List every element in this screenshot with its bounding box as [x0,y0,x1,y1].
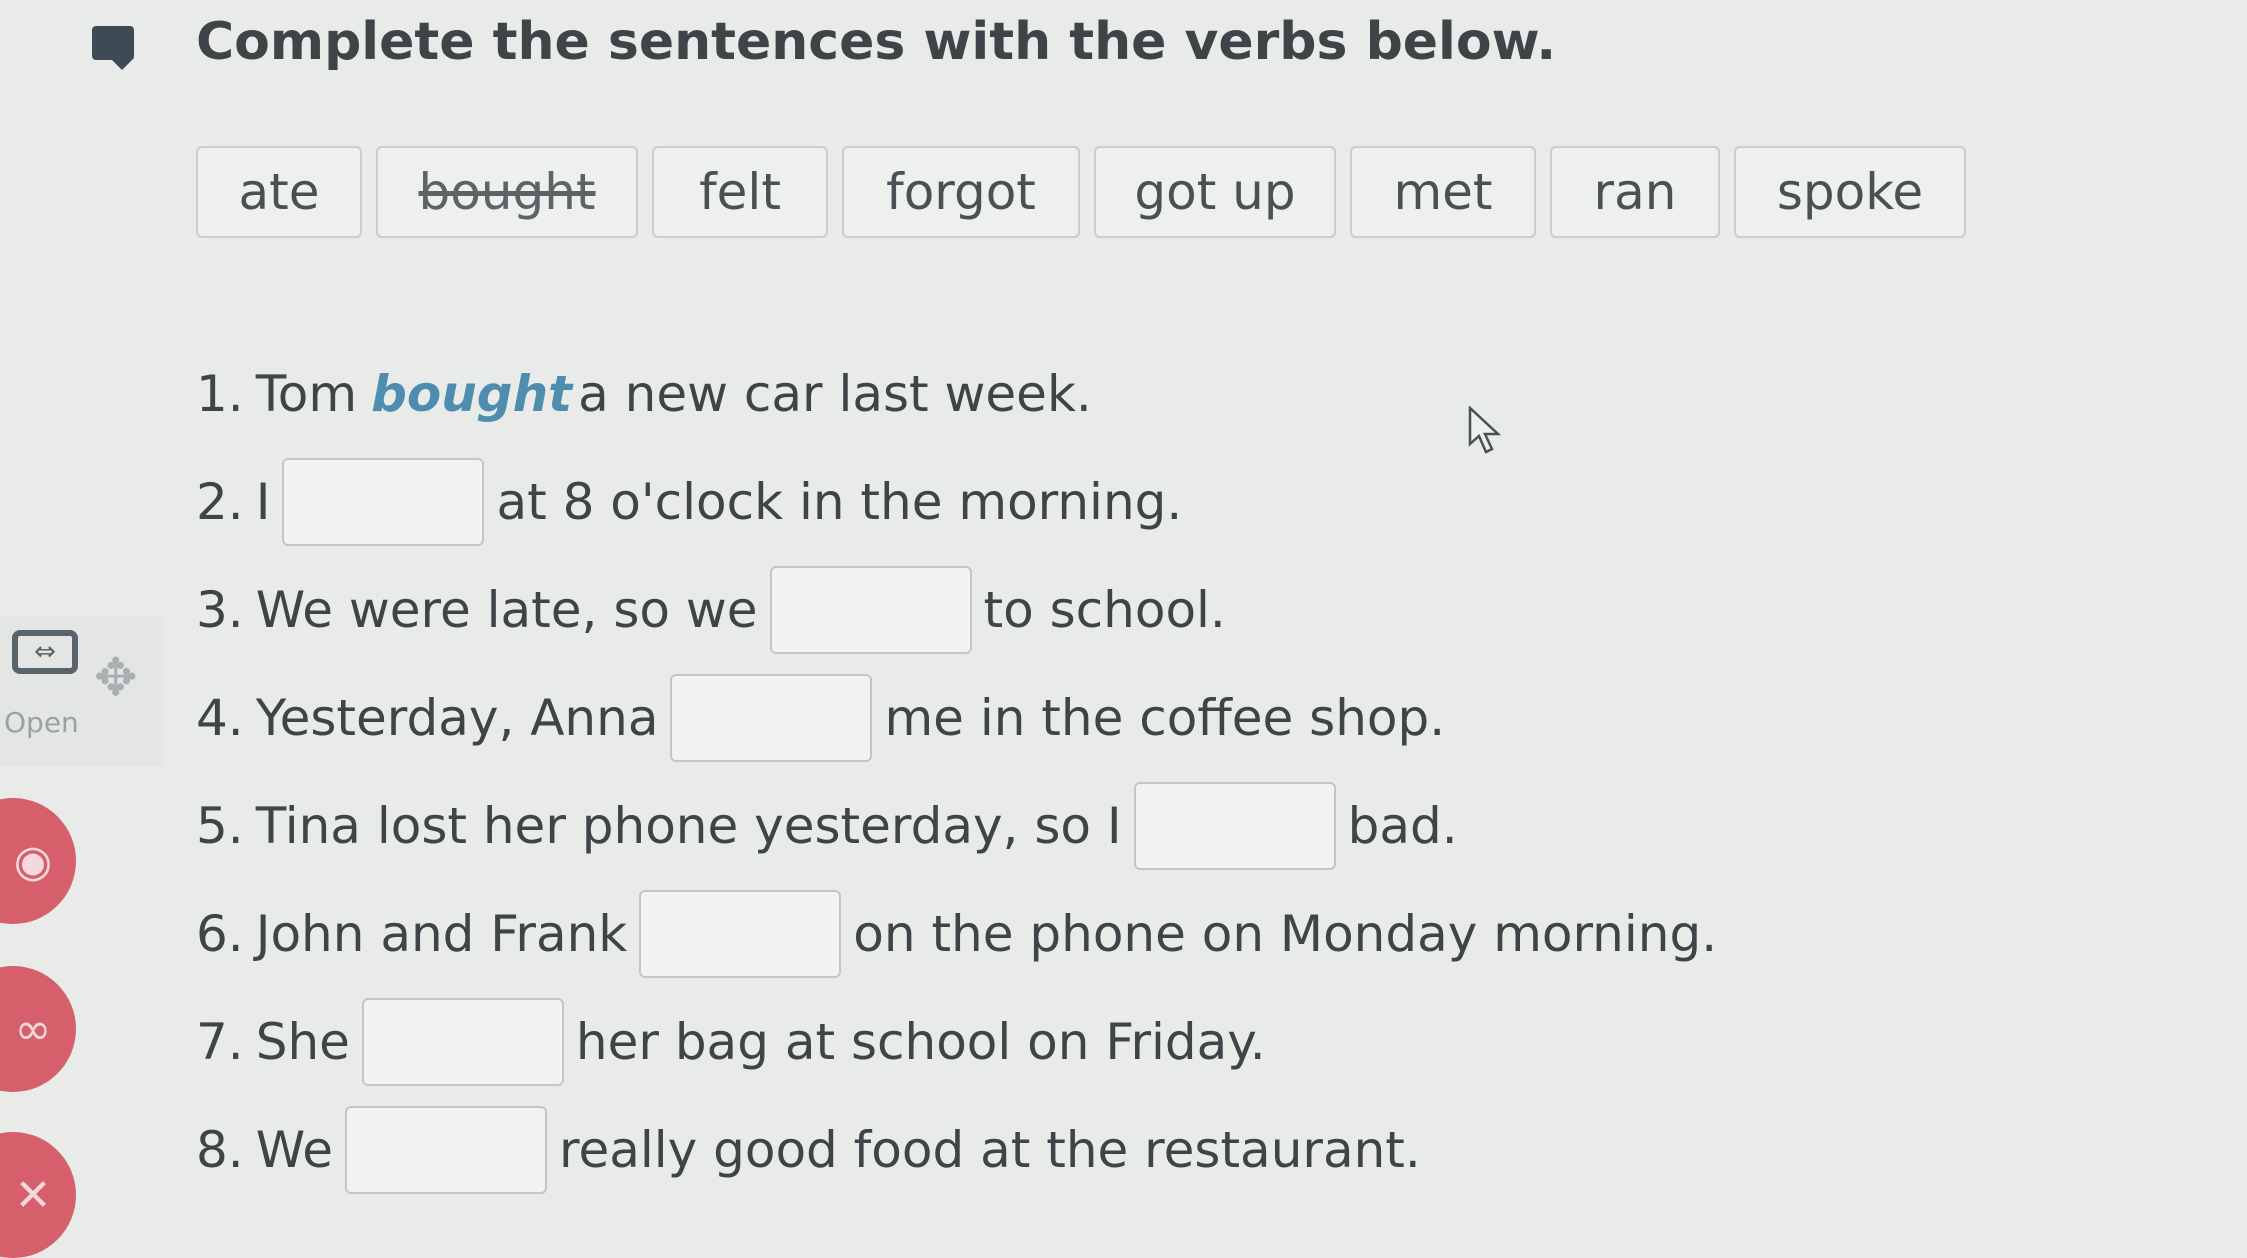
sentence-text-before: I [255,473,271,531]
open-panel-icon[interactable]: ⇔ [12,630,78,674]
answer-drop-slot[interactable] [282,458,485,546]
word-chip-felt[interactable]: felt [652,146,828,238]
word-chip-spoke[interactable]: spoke [1734,146,1966,238]
move-icon[interactable]: ✥ [94,648,138,708]
mouse-cursor-icon [1468,406,1502,454]
sentence-text-before: She [255,1013,350,1071]
sentence-3: 3. We were late, so we to school. [196,556,1717,664]
sentence-number: 6. [196,905,244,963]
sentence-number: 2. [196,473,244,531]
answer-drop-slot[interactable] [1133,782,1336,870]
open-label[interactable]: Open [4,706,79,739]
sentence-text-before: We [255,1121,333,1179]
sentence-text-after: me in the coffee shop. [884,689,1446,747]
sentence-text-after: her bag at school on Friday. [575,1013,1266,1071]
instruction-icon [92,26,134,70]
sentence-text-after: bad. [1347,797,1458,855]
sentence-number: 4. [196,689,244,747]
sentence-text-after: on the phone on Monday morning. [853,905,1718,963]
answer-drop-slot[interactable] [639,890,842,978]
word-bank: ate bought felt forgot got up met ran spoke [196,146,1980,238]
sentence-number: 1. [196,365,244,423]
sentence-2: 2. Iat 8 o'clock in the morning. [196,448,1717,556]
sentence-number: 5. [196,797,244,855]
sentence-8: 8. We really good food at the restaurant. [196,1096,1717,1204]
word-chip-ate[interactable]: ate [196,146,362,238]
instruction-title: Complete the sentences with the verbs be… [196,12,1557,72]
sentence-7: 7. She her bag at school on Friday. [196,988,1717,1096]
answer-drop-slot[interactable] [345,1106,547,1194]
sentence-6: 6. John and Frank on the phone on Monday m… [196,880,1717,988]
sentence-text-after: at 8 o'clock in the morning. [496,473,1183,531]
record-button[interactable]: ◉ [0,798,76,924]
word-chip-ran[interactable]: ran [1550,146,1720,238]
answer-drop-slot[interactable] [769,566,972,654]
sentence-number: 7. [196,1013,244,1071]
word-chip-met[interactable]: met [1350,146,1536,238]
answer-drop-slot[interactable] [670,674,873,762]
shuffle-button[interactable]: ∞ [0,966,76,1092]
sentence-text-before: Yesterday, Anna [255,689,659,747]
close-button[interactable]: ✕ [0,1132,76,1258]
sentence-text-before: We were late, so we [255,581,758,639]
sentence-number: 3. [196,581,244,639]
word-chip-forgot[interactable]: forgot [842,146,1080,238]
sentence-text-after: really good food at the restaurant. [559,1121,1421,1179]
word-chip-got-up[interactable]: got up [1094,146,1336,238]
sentence-text-before: Tina lost her phone yesterday, so I [255,797,1122,855]
sentence-5: 5. Tina lost her phone yesterday, so I bad… [196,772,1717,880]
record-icon: ◉ [13,835,53,887]
sentence-text-before: Tom [255,365,358,423]
close-icon: ✕ [14,1169,52,1221]
filled-answer[interactable]: bought [371,365,572,423]
sentence-list: 1. Tom bought a new car last week. 2. Iat 8 o… [196,340,1717,1204]
sentence-number: 8. [196,1121,244,1179]
word-chip-bought[interactable]: bought [376,146,638,238]
sentence-text-after: a new car last week. [578,365,1092,423]
sentence-4: 4. Yesterday, Anna me in the coffee shop. [196,664,1717,772]
sentence-text-after: to school. [983,581,1226,639]
answer-drop-slot[interactable] [361,998,564,1086]
sentence-text-before: John and Frank [255,905,628,963]
shuffle-icon: ∞ [14,1003,52,1055]
